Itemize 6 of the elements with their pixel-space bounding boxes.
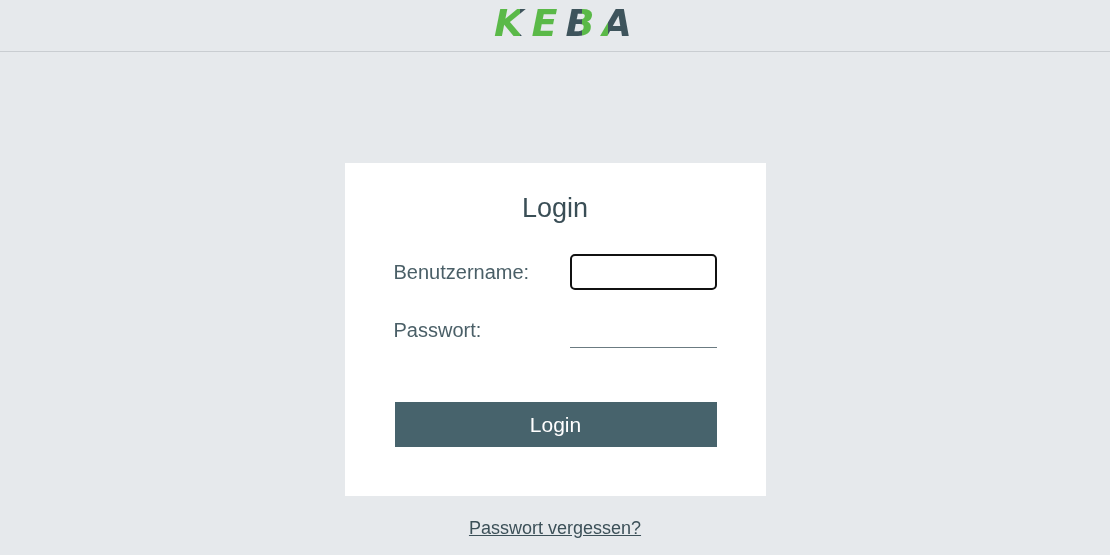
field-label: Benutzername: <box>393 260 530 284</box>
login-button[interactable]: Login <box>394 402 717 447</box>
login-title: Login <box>521 193 589 224</box>
forgot-password-link[interactable]: Passwort vergessen? <box>468 518 642 539</box>
field-label: Passwort: <box>393 318 482 342</box>
input-field[interactable] <box>569 254 717 290</box>
